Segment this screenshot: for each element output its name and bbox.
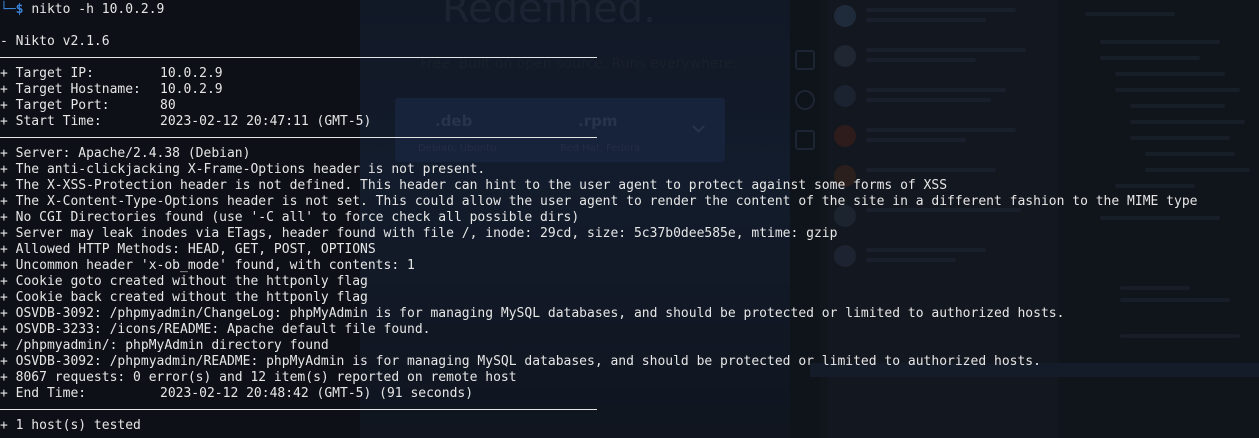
finding-line: + The X-XSS-Protection header is not def… (0, 178, 948, 193)
field-label: + Target Hostname: (0, 82, 141, 97)
field-value: 2023-02-12 20:47:11 (GMT-5) (160, 114, 372, 129)
field-label: + Start Time: (0, 114, 102, 129)
finding-line: + Cookie goto created without the httpon… (0, 274, 368, 289)
separator-line (0, 137, 597, 138)
finding-line: + No CGI Directories found (use '-C all'… (0, 210, 580, 225)
finding-line: + 8067 requests: 0 error(s) and 12 item(… (0, 370, 517, 385)
version-line: - Nikto v2.1.6 (0, 34, 110, 49)
separator-line (0, 57, 597, 58)
target-ip-line: + Target IP: 10.0.2.9 (0, 66, 223, 82)
field-label: + End Time: (0, 386, 87, 401)
start-time-line: + Start Time: 2023-02-12 20:47:11 (GMT-5) (0, 114, 371, 130)
finding-line: + The anti-clickjacking X-Frame-Options … (0, 162, 486, 177)
finding-line: + Uncommon header 'x-ob_mode' found, wit… (0, 258, 415, 273)
field-value: 80 (160, 98, 176, 113)
finding-line: + OSVDB-3092: /phpmyadmin/README: phpMyA… (0, 354, 1041, 369)
desktop-screen: Redefined. Free. Built on open source. R… (0, 0, 1259, 438)
finding-line: + Server may leak inodes via ETags, head… (0, 226, 838, 241)
field-value: 2023-02-12 20:48:42 (GMT-5) (91 seconds) (160, 386, 474, 401)
command-prompt: └─$ nikto -h 10.0.2.9 (0, 2, 164, 18)
target-port-line: + Target Port: 80 (0, 98, 176, 114)
command-text: nikto -h 10.0.2.9 (31, 2, 165, 17)
field-label: + Target IP: (0, 66, 94, 81)
summary-line: + 1 host(s) tested (0, 418, 141, 433)
terminal-output[interactable]: └─$ nikto -h 10.0.2.9 - Nikto v2.1.6 + T… (0, 0, 1259, 438)
finding-line: + Cookie back created without the httpon… (0, 290, 368, 305)
prompt-corner: └─ (0, 2, 16, 17)
field-value: 10.0.2.9 (160, 66, 223, 81)
field-label: + Target Port: (0, 98, 110, 113)
field-value: 10.0.2.9 (160, 82, 223, 97)
finding-line: + OSVDB-3233: /icons/README: Apache defa… (0, 322, 431, 337)
target-hostname-line: + Target Hostname: 10.0.2.9 (0, 82, 223, 98)
finding-line: + Allowed HTTP Methods: HEAD, GET, POST,… (0, 242, 376, 257)
prompt-symbol: $ (15, 2, 24, 17)
finding-line: + /phpmyadmin/: phpMyAdmin directory fou… (0, 338, 329, 353)
end-time-line: + End Time: 2023-02-12 20:48:42 (GMT-5) (… (0, 386, 473, 402)
finding-line: + OSVDB-3092: /phpmyadmin/ChangeLog: php… (0, 306, 1065, 321)
finding-line: + Server: Apache/2.4.38 (Debian) (0, 146, 251, 161)
finding-line: + The X-Content-Type-Options header is n… (0, 194, 1198, 209)
separator-line (0, 409, 597, 410)
